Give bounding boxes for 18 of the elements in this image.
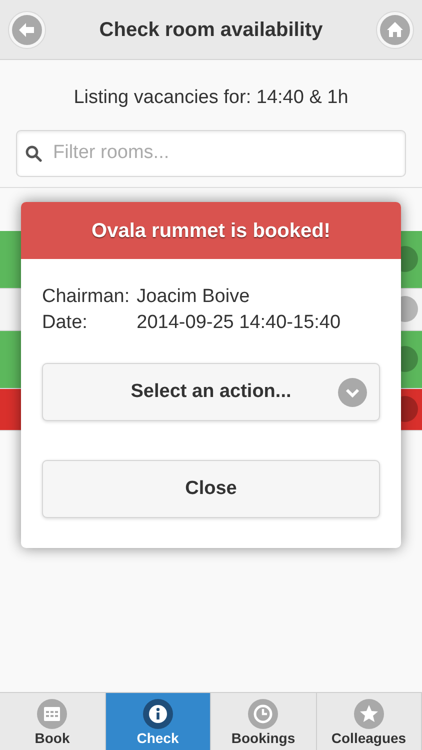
dialog-title: Ovala rummet is booked! xyxy=(21,202,401,259)
tab[interactable]: Check xyxy=(106,693,211,750)
calendar-icon xyxy=(37,698,68,728)
info-icon xyxy=(142,698,173,728)
detail-value: 2014-09-25 14:40-15:40 xyxy=(136,311,342,335)
close-button[interactable]: Close xyxy=(42,460,380,518)
page-title: Check room availability xyxy=(99,18,323,42)
detail-label: Chairman: xyxy=(42,285,130,309)
action-select[interactable]: Select an action... xyxy=(42,363,380,421)
home-icon xyxy=(380,14,410,44)
chevron-down-icon xyxy=(338,378,367,407)
detail-value: Joacim Boive xyxy=(136,285,251,309)
search-field[interactable]: Filter rooms... xyxy=(16,130,406,176)
subtitle: Listing vacancies for: 14:40 & 1h xyxy=(72,86,350,110)
home-button[interactable] xyxy=(376,10,414,48)
back-button[interactable] xyxy=(8,10,46,48)
detail-label: Date: xyxy=(42,311,88,335)
clock-icon xyxy=(248,698,278,728)
